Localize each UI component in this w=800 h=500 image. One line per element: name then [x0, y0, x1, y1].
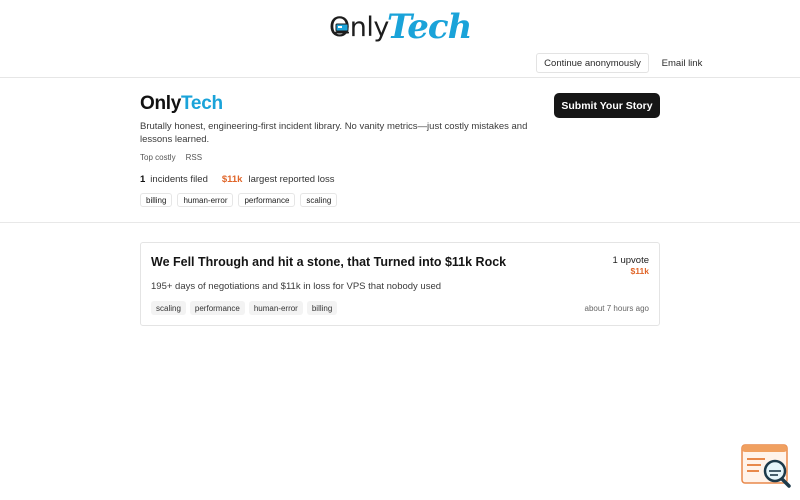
- feed-links: Top costly RSS: [140, 153, 202, 162]
- page-title: OnlyTech: [140, 93, 223, 115]
- stats-row: 1 incidents filed $11k largest reported …: [140, 174, 335, 185]
- tag-billing[interactable]: billing: [140, 193, 173, 207]
- rss-link[interactable]: RSS: [186, 153, 202, 162]
- incident-tag-performance[interactable]: performance: [189, 301, 245, 315]
- incident-tag-billing[interactable]: billing: [306, 301, 338, 315]
- upvote-count[interactable]: 1 upvote: [613, 255, 649, 266]
- incident-title[interactable]: We Fell Through and hit a stone, that Tu…: [151, 255, 506, 269]
- incident-card[interactable]: We Fell Through and hit a stone, that Tu…: [140, 242, 660, 326]
- incident-tag-scaling[interactable]: scaling: [151, 301, 186, 315]
- tag-performance[interactable]: performance: [238, 193, 296, 207]
- email-link-button[interactable]: Email link: [654, 53, 710, 73]
- brand-only: Only: [140, 93, 182, 114]
- incident-timestamp: about 7 hours ago: [584, 304, 650, 313]
- tag-filter-list: billing human-error performance scaling: [140, 193, 338, 207]
- tag-scaling[interactable]: scaling: [300, 193, 338, 207]
- brand-tech: Tech: [181, 93, 223, 114]
- incident-summary: 195+ days of negotiations and $11k in lo…: [151, 281, 442, 292]
- search-document-icon[interactable]: [741, 444, 791, 488]
- incidents-count: 1: [140, 174, 146, 185]
- site-logo[interactable]: Only Tech: [329, 6, 472, 48]
- incident-tag-human-error[interactable]: human-error: [248, 301, 303, 315]
- incident-loss: $11k: [630, 266, 649, 276]
- top-costly-link[interactable]: Top costly: [140, 153, 176, 162]
- incidents-label: incidents filed: [150, 174, 208, 185]
- site-description: Brutally honest, engineering-first incid…: [140, 121, 528, 145]
- largest-loss-label: largest reported loss: [248, 174, 335, 185]
- incident-tags: scaling performance human-error billing: [151, 301, 338, 315]
- submit-story-button[interactable]: Submit Your Story: [554, 93, 660, 118]
- laptop-icon: [335, 23, 349, 34]
- tag-human-error[interactable]: human-error: [177, 193, 234, 207]
- profile-section: OnlyTech Submit Your Story Brutally hone…: [0, 79, 800, 223]
- largest-loss-value: $11k: [221, 174, 243, 185]
- continue-anonymously-button[interactable]: Continue anonymously: [536, 53, 649, 73]
- top-bar: Only Tech Continue anonymously Email lin…: [0, 0, 800, 78]
- logo-tech-text: Tech: [386, 7, 472, 47]
